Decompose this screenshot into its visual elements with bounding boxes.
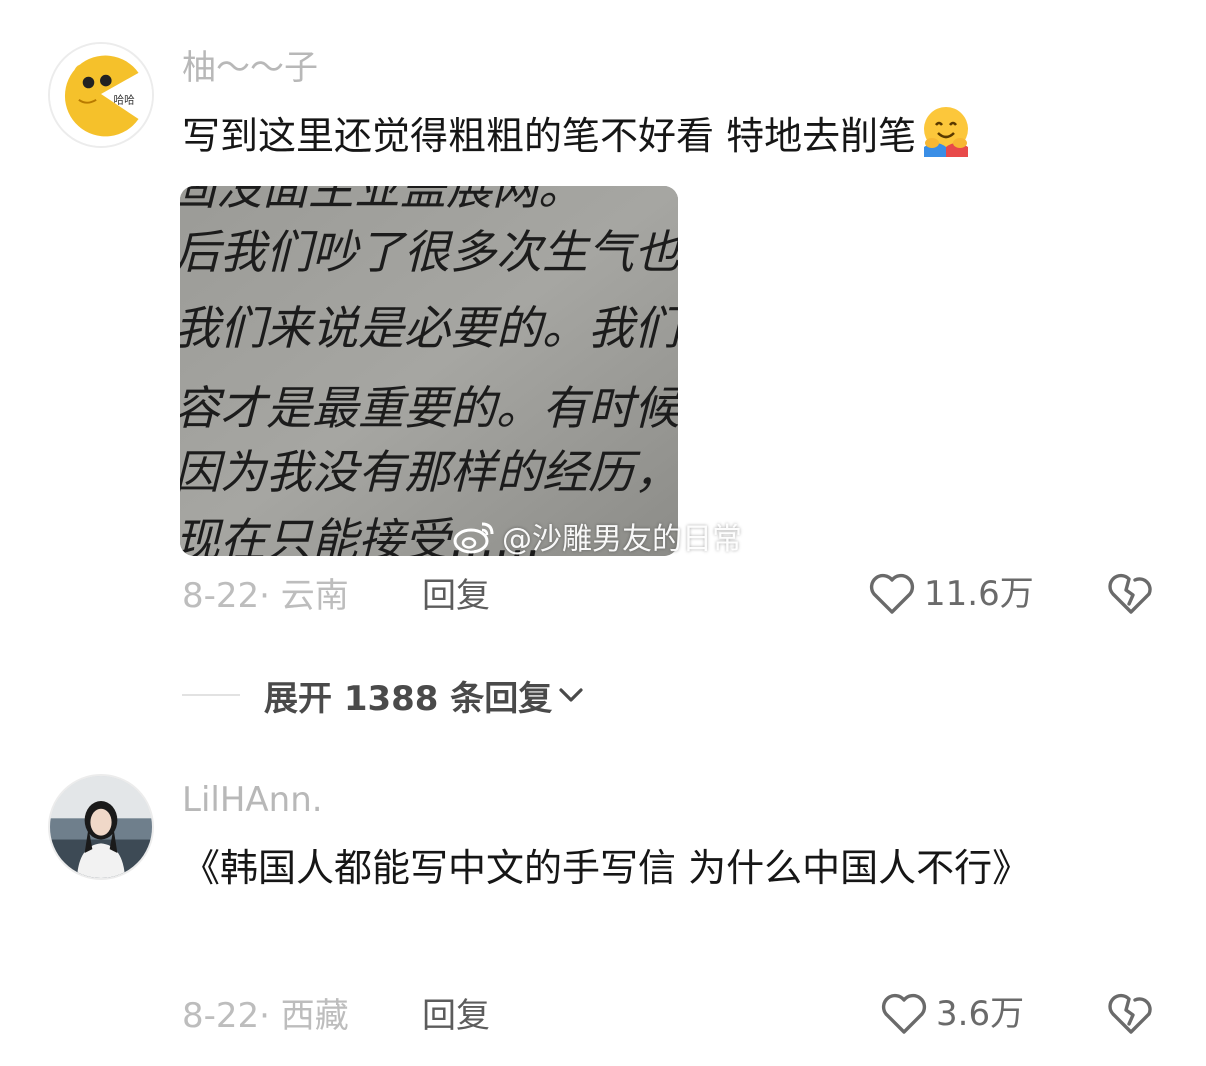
weibo-icon — [453, 522, 494, 554]
comment-item: LilHAnn. 《韩国人都能写中文的手写信 为什么中国人不行》 8-22· 西… — [0, 740, 1206, 1060]
avatar[interactable] — [48, 774, 154, 880]
heart-outline-icon — [881, 993, 927, 1034]
reply-button[interactable]: 回复 — [422, 996, 490, 1036]
like-button[interactable]: 3.6万 — [880, 992, 1024, 1036]
hugging-face-emoji-icon — [924, 107, 969, 157]
expand-replies-button[interactable]: 展开 1388 条回复 — [182, 672, 586, 719]
comment-image[interactable]: 固没面主业盖展网。后我们吵了很多次生气也哭了我们来说是必要的。我们不可容才是最重… — [180, 186, 678, 556]
username[interactable]: LilHAnn. — [182, 780, 323, 820]
handwriting-line: 因为我没有那样的经历， — [180, 445, 678, 499]
comment-date-location: 8-22· 云南 — [182, 576, 349, 616]
handwriting-line: 固没面主业盖展网。 — [180, 186, 584, 215]
comment-text: 《韩国人都能写中文的手写信 为什么中国人不行》 — [182, 846, 1031, 890]
broken-heart-icon[interactable] — [1106, 990, 1156, 1036]
comment-text-body: 写到这里还觉得粗粗的笔不好看 特地去削笔 — [182, 114, 917, 158]
avatar-photo-icon — [50, 776, 152, 878]
avatar[interactable]: 哈哈 — [48, 42, 154, 148]
comment-text: 写到这里还觉得粗粗的笔不好看 特地去削笔 — [182, 100, 1102, 172]
like-button[interactable]: 11.6万 — [868, 572, 1034, 616]
broken-heart-icon[interactable] — [1106, 570, 1156, 616]
avatar-pacman-icon: 哈哈 — [50, 44, 152, 146]
chevron-down-icon — [559, 688, 583, 702]
handwriting-line: 容才是最重要的。有时候想到 — [180, 381, 678, 435]
like-count: 11.6万 — [924, 574, 1034, 614]
heart-outline-icon — [869, 573, 915, 614]
handwriting-line: 我们来说是必要的。我们不可 — [180, 301, 678, 355]
like-count: 3.6万 — [936, 994, 1025, 1034]
handwriting-line: 后我们吵了很多次生气也哭了 — [180, 225, 678, 279]
handwritten-letter-photo: 固没面主业盖展网。后我们吵了很多次生气也哭了我们来说是必要的。我们不可容才是最重… — [180, 186, 678, 556]
username[interactable]: 柚～～子 — [182, 48, 318, 88]
image-watermark: @沙雕男友的日常 — [452, 512, 742, 560]
expand-replies-label: 展开 1388 条回复 — [264, 678, 553, 719]
watermark-text: @沙雕男友的日常 — [502, 522, 742, 557]
expand-divider-line — [182, 694, 240, 696]
comment-item: 哈哈 柚～～子 写到这里还觉得粗粗的笔不好看 特地去削笔 固没面主业盖展网。 后… — [0, 0, 1206, 650]
reply-button[interactable]: 回复 — [422, 576, 490, 616]
comment-date-location: 8-22· 西藏 — [182, 996, 349, 1036]
avatar-badge-text: 哈哈 — [114, 94, 136, 107]
